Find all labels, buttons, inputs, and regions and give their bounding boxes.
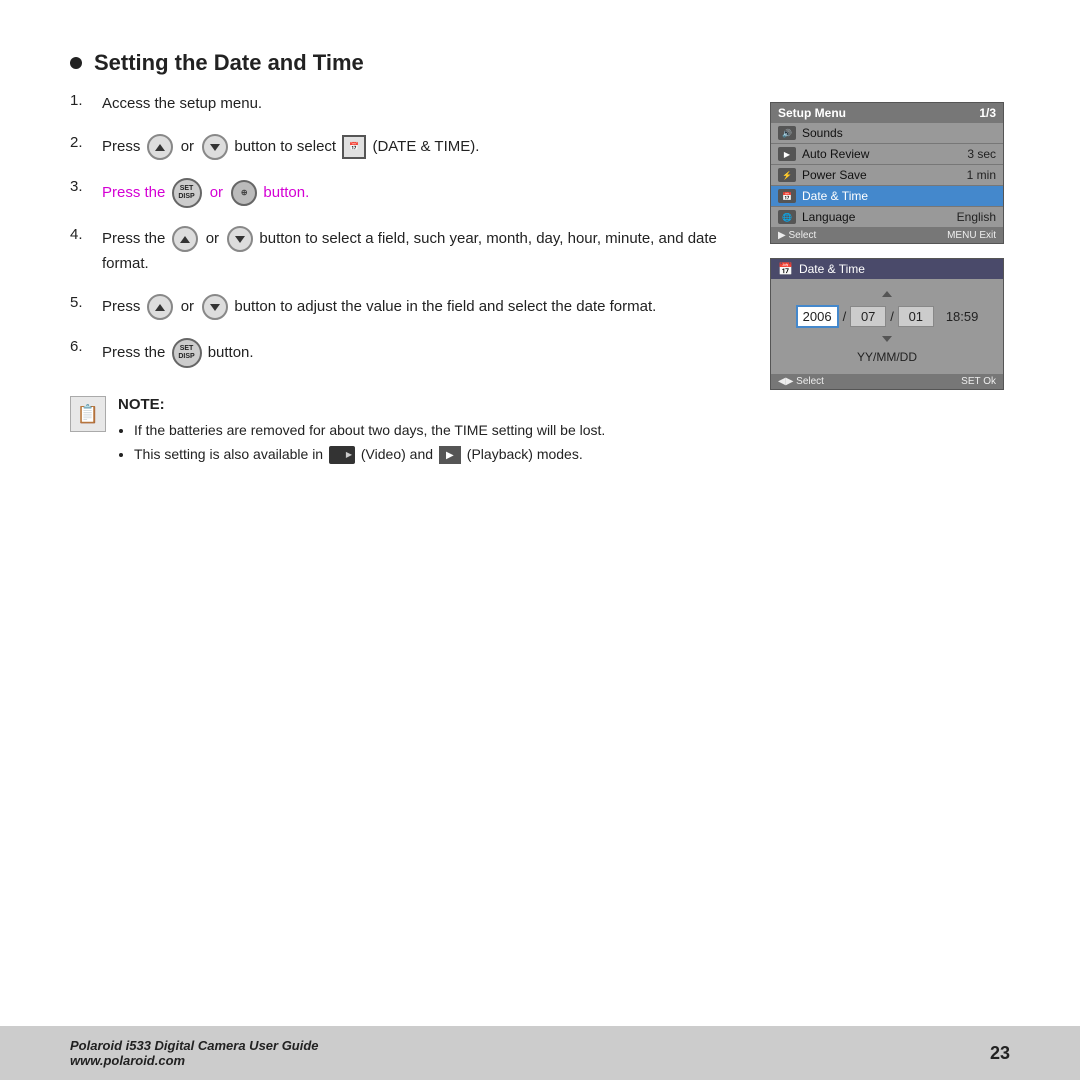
up-arrow-btn-4[interactable] <box>172 226 198 252</box>
step-2: 2. Press or button to select 📅 (DATE & T… <box>70 134 740 160</box>
step-3-num: 3. <box>70 178 96 195</box>
or-text-2: or <box>210 184 223 201</box>
powersave-label: Power Save <box>802 168 961 182</box>
video-mode-icon <box>329 446 355 464</box>
set-disp-btn-6[interactable]: SETDISP <box>172 338 202 368</box>
setup-menu-header-label: Setup Menu <box>778 106 846 120</box>
step-4-text: Press the or button to select a field, s… <box>102 226 740 276</box>
datetime-header-label: Date & Time <box>799 262 865 276</box>
step-6-text: Press the SETDISP button. <box>102 338 254 368</box>
footer-brand-info: Polaroid i533 Digital Camera User Guide … <box>70 1038 319 1068</box>
step-1: 1. Access the setup menu. <box>70 92 740 116</box>
menu-row-datetime[interactable]: 📅 Date & Time <box>771 186 1003 207</box>
down-arrow-btn-4[interactable] <box>227 226 253 252</box>
setup-footer-exit: MENU Exit <box>947 230 996 241</box>
date-row: 2006 / 07 / 01 18:59 <box>785 305 989 328</box>
autoreview-icon: ▶ <box>778 147 796 161</box>
footer-bar: Polaroid i533 Digital Camera User Guide … <box>0 1026 1080 1080</box>
down-arrow-btn[interactable] <box>202 134 228 160</box>
note-content: NOTE: If the batteries are removed for a… <box>118 396 605 467</box>
footer-page-num: 23 <box>990 1043 1010 1064</box>
dt-footer-select: ◀▶ Select <box>778 376 824 387</box>
datetime-content: 2006 / 07 / 01 18:59 YY/MM/DD <box>771 279 1003 374</box>
step-4-num: 4. <box>70 226 96 243</box>
datetime-panel-header: 📅 Date & Time <box>771 259 1003 279</box>
setup-menu-header: Setup Menu 1/3 <box>771 103 1003 123</box>
time-field: 18:59 <box>946 309 979 324</box>
date-icon: 📅 <box>342 135 366 159</box>
autoreview-label: Auto Review <box>802 147 961 161</box>
playback-icon: ▶ <box>439 446 461 464</box>
step-6-num: 6. <box>70 338 96 355</box>
setup-footer-select: ▶ Select <box>778 230 816 241</box>
note-icon: 📋 <box>70 396 106 432</box>
step-5-text: Press or button to adjust the value in t… <box>102 294 656 320</box>
step-5-num: 5. <box>70 294 96 311</box>
day-field[interactable]: 01 <box>898 306 934 327</box>
menu-row-sounds: 🔊 Sounds <box>771 123 1003 144</box>
powersave-icon: ⚡ <box>778 168 796 182</box>
year-up-arrow <box>882 291 892 297</box>
step-5: 5. Press or button to adjust the value i… <box>70 294 740 320</box>
datetime-header-icon: 📅 <box>778 262 793 276</box>
setup-menu-footer: ▶ Select MENU Exit <box>771 228 1003 243</box>
sep-1: / <box>843 309 847 324</box>
datetime-label: Date & Time <box>802 189 990 203</box>
sounds-label: Sounds <box>802 126 990 140</box>
step-1-text: Access the setup menu. <box>102 92 262 116</box>
or-text-3: or <box>206 230 219 247</box>
down-arrow-btn-5[interactable] <box>202 294 228 320</box>
setup-menu-header-page: 1/3 <box>979 106 996 120</box>
title-text: Setting the Date and Time <box>94 50 364 76</box>
content-area: 1. Access the setup menu. 2. Press or bu… <box>70 92 1010 467</box>
footer-website: www.polaroid.com <box>70 1053 319 1068</box>
month-field[interactable]: 07 <box>850 306 886 327</box>
section-title: Setting the Date and Time <box>70 50 1010 76</box>
step-6: 6. Press the SETDISP button. <box>70 338 740 368</box>
note-item-2: This setting is also available in (Video… <box>134 443 605 467</box>
autoreview-value: 3 sec <box>967 147 996 161</box>
up-arrow-btn-5[interactable] <box>147 294 173 320</box>
step-4: 4. Press the or button to select a field… <box>70 226 740 276</box>
language-value: English <box>957 210 996 224</box>
dt-footer-ok: SET Ok <box>961 376 996 387</box>
note-items: If the batteries are removed for about t… <box>118 419 605 467</box>
step-3-highlight: Press the SETDISP or ⊕ button. <box>102 184 309 201</box>
datetime-icon: 📅 <box>778 189 796 203</box>
or-text-4: or <box>181 298 194 315</box>
step-1-num: 1. <box>70 92 96 109</box>
step-2-text: Press or button to select 📅 (DATE & TIME… <box>102 134 479 160</box>
menu-row-autoreview: ▶ Auto Review 3 sec <box>771 144 1003 165</box>
or-text-1: or <box>181 138 194 155</box>
bullet-icon <box>70 57 82 69</box>
datetime-footer: ◀▶ Select SET Ok <box>771 374 1003 389</box>
right-column: Setup Menu 1/3 🔊 Sounds ▶ Auto Review 3 … <box>770 102 1010 467</box>
sep-2: / <box>890 309 894 324</box>
sounds-icon: 🔊 <box>778 126 796 140</box>
menu-row-language: 🌐 Language English <box>771 207 1003 228</box>
year-down-arrow <box>882 336 892 342</box>
footer-brand: Polaroid i533 Digital Camera User Guide <box>70 1038 319 1053</box>
up-arrow-btn[interactable] <box>147 134 173 160</box>
joystick-btn-3[interactable]: ⊕ <box>231 180 257 206</box>
note-section: 📋 NOTE: If the batteries are removed for… <box>70 396 740 467</box>
powersave-value: 1 min <box>967 168 996 182</box>
language-icon: 🌐 <box>778 210 796 224</box>
step-3: 3. Press the SETDISP or ⊕ button. <box>70 178 740 208</box>
setup-menu-panel: Setup Menu 1/3 🔊 Sounds ▶ Auto Review 3 … <box>770 102 1004 244</box>
format-label: YY/MM/DD <box>785 350 989 364</box>
steps-column: 1. Access the setup menu. 2. Press or bu… <box>70 92 740 467</box>
menu-row-powersave: ⚡ Power Save 1 min <box>771 165 1003 186</box>
step-2-num: 2. <box>70 134 96 151</box>
step-3-text: Press the SETDISP or ⊕ button. <box>102 178 309 208</box>
language-label: Language <box>802 210 951 224</box>
page: Setting the Date and Time 1. Access the … <box>0 0 1080 1080</box>
year-field[interactable]: 2006 <box>796 305 839 328</box>
note-title: NOTE: <box>118 396 605 413</box>
set-disp-btn-3[interactable]: SETDISP <box>172 178 202 208</box>
datetime-panel: 📅 Date & Time 2006 / 07 / 01 <box>770 258 1004 390</box>
note-item-1: If the batteries are removed for about t… <box>134 419 605 443</box>
